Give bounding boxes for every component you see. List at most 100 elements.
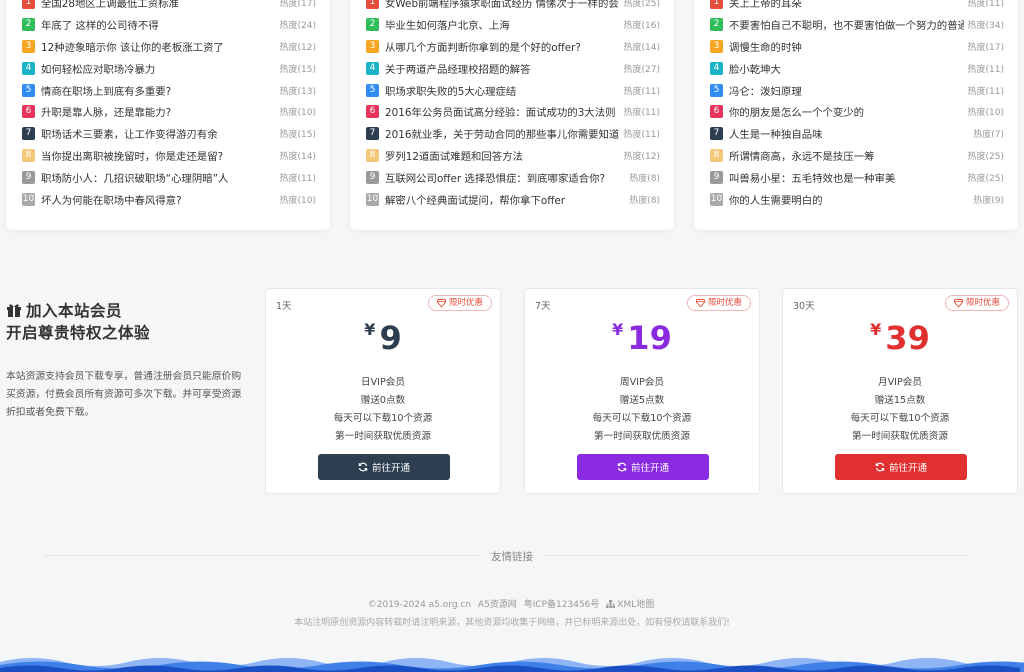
rank-item[interactable]: 4 如何轻松应对职场冷暴力 热度(15) (22, 57, 316, 79)
rank-item-heat: 热度(17) (279, 0, 316, 10)
rank-item-title[interactable]: 关上上帝的耳朵 (729, 0, 964, 10)
footer-notice: 本站注明原创资源内容转载时请注明来源，其他资源均收集于网络，并已标明来源出处，如… (294, 618, 730, 628)
rank-item-title[interactable]: 全国28地区上调最低工资标准 (41, 0, 276, 10)
rank-number-badge: 6 (366, 105, 379, 119)
rank-item[interactable]: 4 脸小乾坤大 热度(11) (710, 57, 1004, 79)
rank-item[interactable]: 10 你的人生需要明白的 热度(9) (710, 188, 1004, 210)
rank-item-title[interactable]: 12种迹象暗示你 该让你的老板涨工资了 (41, 39, 276, 54)
rank-item[interactable]: 5 冯仑：泼妇原理 热度(11) (710, 79, 1004, 101)
rank-item-title[interactable]: 你的人生需要明白的 (729, 192, 969, 207)
rank-item-title[interactable]: 冯仑：泼妇原理 (729, 83, 964, 98)
rank-number-badge: 9 (22, 170, 35, 184)
rank-item[interactable]: 1 女Web前端程序猿求职面试经历 情愫次于一样的会 热度(25) (366, 0, 660, 14)
rank-number-badge: 9 (710, 170, 723, 184)
rank-item[interactable]: 3 从哪几个方面判断你拿到的是个好的offer? 热度(14) (366, 36, 660, 58)
rank-item-title[interactable]: 调慢生命的时钟 (729, 39, 964, 54)
membership-intro: 加入本站会员 开启尊贵特权之体验 本站资源支持会员下载专享，普通注册会员只能原价… (6, 300, 246, 422)
membership-title: 加入本站会员 开启尊贵特权之体验 (6, 300, 246, 344)
footer-icp-link[interactable]: 粤ICP备123456号 (524, 600, 600, 610)
rank-item[interactable]: 9 互联网公司offer 选择恐惧症：到底哪家适合你? 热度(8) (366, 166, 660, 188)
rank-item-title[interactable]: 所谓情商高，永远不是技压一筹 (729, 148, 964, 163)
rank-item[interactable]: 1 关上上帝的耳朵 热度(11) (710, 0, 1004, 14)
rank-item-title[interactable]: 毕业生如何落户北京、上海 (385, 17, 620, 32)
rank-item-title[interactable]: 职场话术三要素，让工作变得游刃有余 (41, 126, 276, 141)
rank-item[interactable]: 6 升职是靠人脉，还是靠能力? 热度(10) (22, 101, 316, 123)
rank-item-title[interactable]: 坏人为何能在职场中春风得意? (41, 192, 276, 207)
plan-feature-line: 月VIP会员 (878, 377, 922, 388)
footer-site-link[interactable]: A5资源网 (478, 600, 517, 610)
rank-item[interactable]: 8 当你提出离职被挽留时，你是走还是留? 热度(14) (22, 145, 316, 167)
rank-item[interactable]: 2 年底了 这样的公司待不得 热度(24) (22, 14, 316, 36)
rank-item-title[interactable]: 你的朋友是怎么一个个变少的 (729, 104, 964, 119)
rank-item[interactable]: 6 2016年公务员面试高分经验：面试成功的3大法则 热度(11) (366, 101, 660, 123)
rank-item[interactable]: 1 全国28地区上调最低工资标准 热度(17) (22, 0, 316, 14)
rank-item-title[interactable]: 罗列12道面试难题和回答方法 (385, 148, 620, 163)
rank-item-title[interactable]: 脸小乾坤大 (729, 61, 964, 76)
rank-item[interactable]: 8 所谓情商高，永远不是技压一筹 热度(25) (710, 145, 1004, 167)
sitemap-link[interactable]: XML地图 (606, 600, 656, 610)
rank-number-badge: 2 (366, 18, 379, 32)
rank-item-heat: 热度(8) (629, 173, 660, 184)
rank-item-heat: 热度(24) (279, 21, 316, 32)
rank-item-title[interactable]: 当你提出离职被挽留时，你是走还是留? (41, 148, 276, 163)
rank-item-title[interactable]: 关于两道产品经理校招题的解答 (385, 61, 620, 76)
rank-item[interactable]: 7 职场话术三要素，让工作变得游刃有余 热度(15) (22, 123, 316, 145)
rank-item[interactable]: 3 12种迹象暗示你 该让你的老板涨工资了 热度(12) (22, 36, 316, 58)
plan-price: ¥39 (783, 319, 1017, 357)
rank-item-title[interactable]: 解密八个经典面试提问，帮你拿下offer (385, 192, 625, 207)
rank-item[interactable]: 8 罗列12道面试难题和回答方法 热度(12) (366, 145, 660, 167)
diamond-icon (953, 299, 963, 307)
rank-number-badge: 5 (366, 83, 379, 97)
rank-item[interactable]: 7 人生是一种独自品味 热度(7) (710, 123, 1004, 145)
rank-item[interactable]: 9 职场防小人：几招识破职场“心理阴暗”人 热度(11) (22, 166, 316, 188)
activate-button[interactable]: 前往开通 (835, 454, 967, 480)
rank-item-title[interactable]: 从哪几个方面判断你拿到的是个好的offer? (385, 39, 620, 54)
rank-item-title[interactable]: 职场求职失败的5大心理症结 (385, 83, 620, 98)
rank-item-title[interactable]: 升职是靠人脉，还是靠能力? (41, 104, 276, 119)
rank-item-heat: 热度(10) (279, 108, 316, 119)
activate-button[interactable]: 前往开通 (318, 454, 450, 480)
diamond-icon (436, 299, 446, 307)
rank-item-title[interactable]: 如何轻松应对职场冷暴力 (41, 61, 276, 76)
rank-item[interactable]: 10 坏人为何能在职场中春风得意? 热度(10) (22, 188, 316, 210)
rank-item[interactable]: 3 调慢生命的时钟 热度(17) (710, 36, 1004, 58)
limited-offer-badge: 限时优惠 (686, 295, 751, 311)
plan-duration: 1天 (276, 301, 292, 312)
rank-item[interactable]: 2 不要害怕自己不聪明，也不要害怕做一个努力的普通人 热度(34) (710, 14, 1004, 36)
rank-item-title[interactable]: 互联网公司offer 选择恐惧症：到底哪家适合你? (385, 170, 625, 185)
rank-item[interactable]: 7 2016就业季，关于劳动合同的那些事儿你需要知道 热度(11) (366, 123, 660, 145)
plan-features: 月VIP会员 赠送15点数 每天可以下载10个资源 第一时间获取优质资源 (783, 374, 1017, 446)
plan-price: ¥19 (525, 319, 759, 357)
activate-button[interactable]: 前往开通 (577, 454, 709, 480)
rank-item-title[interactable]: 职场防小人：几招识破职场“心理阴暗”人 (41, 170, 276, 185)
rank-number-badge: 10 (710, 192, 723, 206)
currency-symbol: ¥ (870, 320, 882, 339)
plan-duration: 30天 (793, 301, 815, 312)
rank-item-title[interactable]: 情商在职场上到底有多重要? (41, 83, 276, 98)
rank-number-badge: 7 (22, 127, 35, 141)
membership-description: 本站资源支持会员下载专享，普通注册会员只能原价购买资源，付费会员所有资源可多次下… (6, 371, 242, 418)
rank-item-title[interactable]: 2016年公务员面试高分经验：面试成功的3大法则 (385, 104, 620, 119)
rank-item-title[interactable]: 女Web前端程序猿求职面试经历 情愫次于一样的会 (385, 0, 620, 10)
rank-item-title[interactable]: 不要害怕自己不聪明，也不要害怕做一个努力的普通人 (729, 17, 964, 32)
rank-item[interactable]: 5 职场求职失败的5大心理症结 热度(11) (366, 79, 660, 101)
rank-item-heat: 热度(12) (623, 151, 660, 162)
rank-number-badge: 3 (366, 39, 379, 53)
rank-item-title[interactable]: 人生是一种独自品味 (729, 126, 969, 141)
rank-item-title[interactable]: 2016就业季，关于劳动合同的那些事儿你需要知道 (385, 126, 620, 141)
rank-number-badge: 6 (22, 105, 35, 119)
rank-item[interactable]: 5 情商在职场上到底有多重要? 热度(13) (22, 79, 316, 101)
rank-item[interactable]: 10 解密八个经典面试提问，帮你拿下offer 热度(8) (366, 188, 660, 210)
rank-item[interactable]: 6 你的朋友是怎么一个个变少的 热度(10) (710, 101, 1004, 123)
plan-feature-line: 第一时间获取优质资源 (335, 431, 431, 442)
activate-button-label: 前往开通 (888, 463, 927, 474)
rank-item-heat: 热度(10) (967, 108, 1004, 119)
rank-item-title[interactable]: 年底了 这样的公司待不得 (41, 17, 276, 32)
gift-icon (7, 304, 21, 317)
rank-item-title[interactable]: 叫兽易小星：五毛特效也是一种审美 (729, 170, 964, 185)
rank-item-heat: 热度(11) (623, 86, 660, 97)
rank-item[interactable]: 2 毕业生如何落户北京、上海 热度(16) (366, 14, 660, 36)
sync-icon (875, 462, 885, 472)
rank-item[interactable]: 4 关于两道产品经理校招题的解答 热度(27) (366, 57, 660, 79)
rank-item[interactable]: 9 叫兽易小星：五毛特效也是一种审美 热度(25) (710, 166, 1004, 188)
